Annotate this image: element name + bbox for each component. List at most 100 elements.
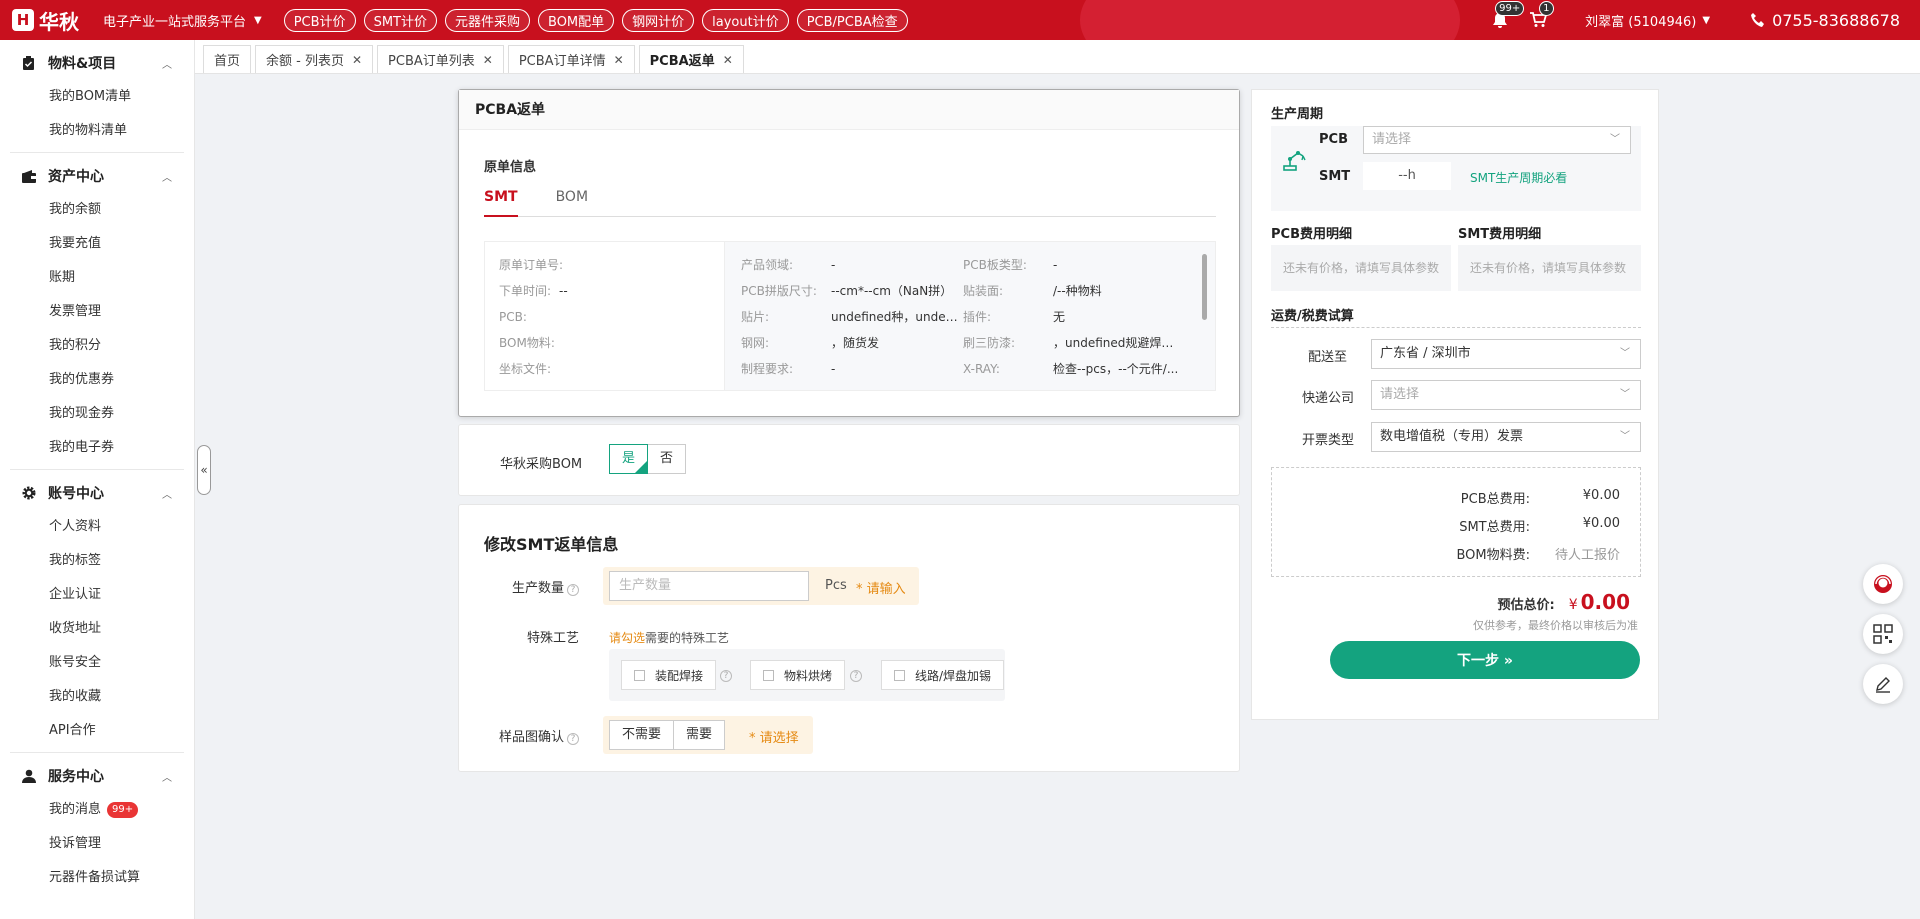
top-nav: PCB计价 SMT计价 元器件采购 BOM配单 钢网计价 layout计价 PC… [283, 8, 916, 32]
sidebar-item-credit[interactable]: 账期 [10, 261, 184, 295]
courier-select[interactable]: 请选择 ﹀ [1371, 380, 1641, 410]
tab-balance-list[interactable]: 余额 - 列表页 ✕ [255, 45, 374, 73]
pcb-cycle-label: PCB [1319, 132, 1348, 147]
nav-pcb-pricing[interactable]: PCB计价 [283, 8, 356, 32]
cart-badge: 1 [1539, 1, 1554, 16]
option-yes[interactable]: 是 [609, 444, 649, 474]
sidebar-group-title: 物料&项目 [48, 56, 117, 72]
platform-switcher[interactable]: 电子产业一站式服务平台 ▼ [103, 11, 262, 30]
sample-label-text: 样品图确认 [498, 730, 564, 745]
sidebar-item-spare-calc[interactable]: 元器件备损试算 [10, 861, 184, 895]
craft-hint-link[interactable]: 请勾选 [609, 631, 645, 645]
top-bar: H 华秋 电子产业一站式服务平台 ▼ PCB计价 SMT计价 元器件采购 BOM… [0, 0, 1920, 40]
nav-pcb-check[interactable]: PCB/PCBA检查 [796, 8, 908, 32]
bom-purchase-label: 华秋采购BOM [500, 457, 583, 472]
cost-row-pcb: PCB总费用: ¥0.00 [1360, 488, 1620, 507]
sidebar-item-profile[interactable]: 个人资料 [10, 510, 184, 544]
sidebar-group-header[interactable]: 资产中心 ︿ [10, 159, 184, 193]
close-icon[interactable]: ✕ [352, 53, 362, 67]
invoice-label: 开票类型 [1302, 433, 1355, 448]
tab-bom[interactable]: BOM [556, 182, 588, 217]
nav-bom[interactable]: BOM配单 [538, 8, 615, 32]
platform-label: 电子产业一站式服务平台 [103, 14, 247, 30]
sidebar-item-cash-coupons[interactable]: 我的现金券 [10, 397, 184, 431]
sidebar-group-header[interactable]: 物料&项目 ︿ [10, 46, 184, 80]
next-step-button[interactable]: 下一步 » [1330, 641, 1640, 679]
scrollbar-thumb[interactable] [1202, 254, 1207, 320]
sidebar-item-api[interactable]: API合作 [10, 714, 184, 748]
option-no[interactable]: 否 [648, 444, 687, 474]
sidebar-item-address[interactable]: 收货地址 [10, 612, 184, 646]
tab-pcba-reorder[interactable]: PCBA返单 ✕ [638, 45, 744, 73]
sidebar-group-header[interactable]: 服务中心 ︿ [10, 759, 184, 793]
info-value: --cm*--cm（NaN拼） [831, 284, 953, 298]
nav-stencil[interactable]: 钢网计价 [622, 8, 695, 32]
info-row: PCB: [499, 304, 710, 330]
original-order-card: PCBA返单 原单信息 SMT BOM 原单订单号: 下单时间: -- PCB: … [458, 89, 1240, 417]
help-icon[interactable]: ? [567, 584, 579, 596]
order-info-right: 产品领域: - PCB板类型: - PCB拼版尺寸: --cm*--cm（NaN拼） 贴装… [725, 242, 1215, 390]
sidebar-group-account: 账号中心 ︿ 个人资料 我的标签 企业认证 收货地址 账号安全 我的收藏 API… [0, 476, 194, 748]
divider [1271, 327, 1641, 328]
help-icon[interactable]: ? [850, 670, 862, 682]
nav-layout[interactable]: layout计价 [702, 8, 789, 32]
craft-checkbox-tinning[interactable]: 线路/焊盘加锡 [881, 660, 1005, 690]
sub-tabs: SMT BOM [484, 182, 1216, 217]
nav-smt-pricing[interactable]: SMT计价 [363, 8, 437, 32]
total-value: 0.00 [1580, 590, 1630, 614]
customer-service-icon [1874, 575, 1892, 593]
craft-checkbox-baking[interactable]: 物料烘烤 [750, 660, 846, 690]
qr-code-button[interactable] [1863, 614, 1903, 654]
qty-input[interactable]: 生产数量 [609, 571, 809, 601]
sidebar-item-enterprise-auth[interactable]: 企业认证 [10, 578, 184, 612]
divider [10, 469, 184, 470]
sidebar-item-points[interactable]: 我的积分 [10, 329, 184, 363]
sidebar-item-favorites[interactable]: 我的收藏 [10, 680, 184, 714]
customer-service-button[interactable] [1863, 564, 1903, 604]
sidebar-item-invoice[interactable]: 发票管理 [10, 295, 184, 329]
info-value: undefined种，undefi... [831, 310, 963, 324]
invoice-select[interactable]: 数电增值税（专用）发票 ﹀ [1371, 422, 1641, 452]
craft-checkbox-assembly[interactable]: 装配焊接 [621, 660, 717, 690]
divider [10, 752, 184, 753]
bell-icon[interactable]: 99+ [1489, 1, 1525, 31]
order-info-panel[interactable]: 原单订单号: 下单时间: -- PCB: BOM物料: 坐标文件: 产品领域: - P… [484, 241, 1216, 391]
help-icon[interactable]: ? [567, 733, 579, 745]
sample-toggle: 不需要 需要 [609, 720, 726, 750]
sidebar-item-e-coupons[interactable]: 我的电子券 [10, 431, 184, 465]
sidebar-item-tags[interactable]: 我的标签 [10, 544, 184, 578]
sidebar-item-balance[interactable]: 我的余额 [10, 193, 184, 227]
sidebar: 物料&项目 ︿ 我的BOM清单 我的物料清单 资产中心 ︿ 我的余额 我要充值 … [0, 40, 195, 919]
user-menu[interactable]: 刘翠富 (5104946) [1585, 11, 1696, 30]
smt-fee-title: SMT费用明细 [1458, 227, 1542, 242]
gear-icon [22, 485, 38, 501]
logo[interactable]: H 华秋 [12, 6, 79, 35]
sidebar-item-my-materials[interactable]: 我的物料清单 [10, 114, 184, 148]
sidebar-item-my-bom[interactable]: 我的BOM清单 [10, 80, 184, 114]
sidebar-item-coupons[interactable]: 我的优惠券 [10, 363, 184, 397]
tab-pcba-order-list[interactable]: PCBA订单列表 ✕ [377, 45, 504, 73]
pcb-cycle-select[interactable]: 请选择 ﹀ [1363, 126, 1631, 154]
close-icon[interactable]: ✕ [483, 53, 493, 67]
tab-home[interactable]: 首页 [203, 45, 252, 73]
nav-components[interactable]: 元器件采购 [444, 8, 530, 32]
cart-icon[interactable]: 1 [1527, 1, 1554, 31]
sidebar-item-complaints[interactable]: 投诉管理 [10, 827, 184, 861]
help-icon[interactable]: ? [720, 670, 732, 682]
tab-pcba-order-detail[interactable]: PCBA订单详情 ✕ [507, 45, 635, 73]
sidebar-group-header[interactable]: 账号中心 ︿ [10, 476, 184, 510]
option-needed[interactable]: 需要 [674, 720, 726, 750]
sidebar-item-messages[interactable]: 我的消息 99+ [10, 793, 184, 827]
feedback-button[interactable] [1863, 664, 1903, 704]
tab-smt[interactable]: SMT [484, 182, 518, 217]
sidebar-item-recharge[interactable]: 我要充值 [10, 227, 184, 261]
qty-required: * 请输入 [856, 582, 906, 597]
close-icon[interactable]: ✕ [614, 53, 624, 67]
ship-to-select[interactable]: 广东省 / 深圳市 ﹀ [1371, 339, 1641, 369]
option-not-needed[interactable]: 不需要 [609, 720, 675, 750]
close-icon[interactable]: ✕ [723, 53, 733, 67]
smt-cycle-note[interactable]: SMT生产周期必看 [1470, 169, 1567, 186]
sidebar-collapse-toggle[interactable]: « [197, 445, 211, 495]
chevron-up-icon: ︿ [162, 172, 172, 184]
sidebar-item-security[interactable]: 账号安全 [10, 646, 184, 680]
